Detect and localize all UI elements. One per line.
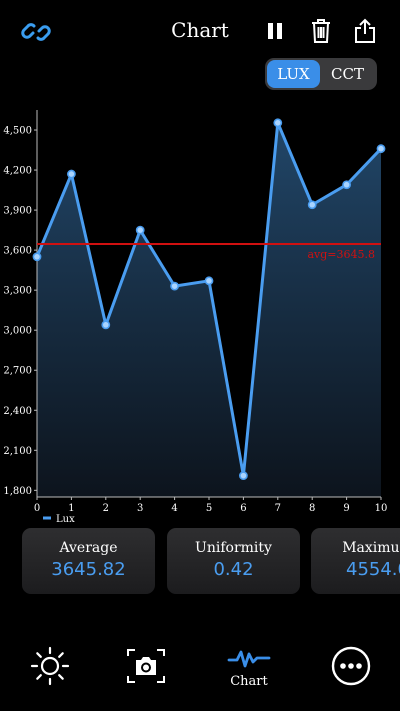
- data-point: [135, 225, 145, 235]
- x-tick-label: 2: [103, 503, 109, 514]
- more-icon: [331, 646, 371, 686]
- uniformity-value: 0.42: [213, 559, 254, 580]
- x-tick-label: 9: [343, 503, 349, 514]
- maximum-label: Maximum: [342, 540, 400, 556]
- data-point: [342, 180, 351, 190]
- y-tick-label: 1,800: [3, 486, 32, 497]
- x-tick-label: 0: [34, 503, 40, 514]
- maximum-card: Maximum 4554.0: [311, 528, 400, 594]
- y-tick-label: 3,900: [3, 206, 32, 217]
- tab-chart[interactable]: Chart: [224, 646, 274, 689]
- data-point: [67, 169, 76, 179]
- data-point: [376, 144, 386, 154]
- data-point: [101, 320, 111, 330]
- x-tick-label: 10: [375, 503, 388, 514]
- link-icon[interactable]: [20, 18, 52, 46]
- tab-camera[interactable]: [124, 646, 168, 686]
- tab-bar: Chart: [0, 640, 400, 711]
- pause-icon[interactable]: [264, 20, 286, 42]
- uniformity-card: Uniformity 0.42: [167, 528, 300, 594]
- share-icon[interactable]: [352, 17, 378, 45]
- tab-chart-label: Chart: [230, 674, 268, 689]
- uniformity-label: Uniformity: [195, 540, 272, 556]
- legend-label: Lux: [56, 514, 75, 525]
- camera-icon: [127, 649, 165, 683]
- stats-cards: Average 3645.82 Uniformity 0.42 Maximum …: [22, 528, 400, 594]
- average-line-label: avg=3645.8: [307, 248, 375, 261]
- y-tick-label: 3,300: [3, 286, 32, 297]
- y-tick-label: 4,200: [3, 166, 32, 177]
- x-tick-label: 7: [275, 503, 281, 514]
- tab-more[interactable]: [329, 646, 373, 686]
- top-bar: Chart: [0, 0, 400, 60]
- y-tick-label: 3,000: [3, 326, 32, 337]
- average-value: 3645.82: [51, 559, 126, 580]
- y-tick-label: 2,400: [3, 406, 32, 417]
- x-tick-label: 8: [309, 503, 315, 514]
- data-point: [204, 276, 214, 286]
- x-tick-label: 5: [206, 503, 212, 514]
- x-tick-label: 3: [137, 503, 143, 514]
- data-point: [32, 252, 42, 262]
- x-tick-label: 1: [68, 503, 74, 514]
- y-tick-label: 3,600: [3, 246, 32, 257]
- trash-icon[interactable]: [309, 17, 333, 45]
- y-tick-label: 4,500: [3, 126, 32, 137]
- y-tick-label: 2,100: [3, 446, 32, 457]
- average-card: Average 3645.82: [22, 528, 155, 594]
- data-point: [238, 471, 248, 481]
- tab-light-meter[interactable]: [28, 646, 72, 686]
- segment-cct-button[interactable]: CCT: [321, 60, 374, 88]
- unit-segmented-control: LUX CCT: [265, 58, 377, 90]
- segment-lux-button[interactable]: LUX: [267, 60, 320, 88]
- x-tick-label: 6: [240, 503, 246, 514]
- waveform-icon: [227, 650, 271, 668]
- lux-line-chart: avg=3645.8 1,800 2,100 2,400 2,700 3,000 3,30…: [3, 110, 388, 525]
- maximum-value: 4554.0: [346, 559, 400, 580]
- chart-area-fill: [37, 122, 381, 497]
- page-title: Chart: [171, 18, 229, 42]
- average-label: Average: [59, 540, 118, 556]
- data-point: [273, 118, 283, 128]
- data-point: [170, 281, 179, 291]
- x-tick-label: 4: [171, 503, 177, 514]
- sun-icon: [30, 646, 70, 686]
- y-tick-label: 2,700: [3, 366, 32, 377]
- data-point: [307, 200, 317, 210]
